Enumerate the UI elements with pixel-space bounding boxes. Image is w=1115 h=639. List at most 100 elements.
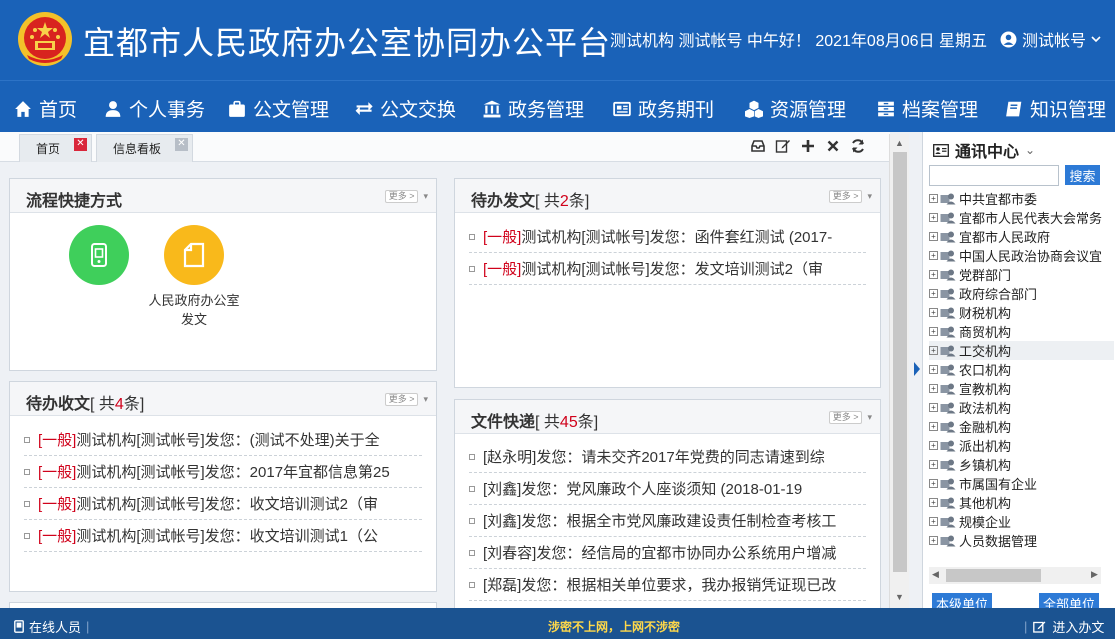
expand-icon[interactable]: + <box>929 498 938 507</box>
tree-node[interactable]: + 政法机构 <box>929 398 1114 417</box>
tree-node[interactable]: + 农口机构 <box>929 360 1114 379</box>
expand-icon[interactable]: + <box>929 270 938 279</box>
tree-node[interactable]: + 派出机构 <box>929 436 1114 455</box>
search-button[interactable]: 搜索 <box>1065 165 1100 185</box>
inbox-icon[interactable] <box>750 138 766 154</box>
expand-icon[interactable]: + <box>929 251 938 260</box>
tree-node[interactable]: + 其他机构 <box>929 493 1114 512</box>
tree-node[interactable]: + 财税机构 <box>929 303 1114 322</box>
nav-knowledge-management[interactable]: 知识管理 <box>1005 95 1106 122</box>
expand-icon[interactable]: + <box>929 213 938 222</box>
list-item[interactable]: [赵永明]发您：请未交齐2017年党费的同志请速到综 <box>469 441 866 473</box>
online-users[interactable]: 在线人员 | <box>14 617 89 636</box>
tree-node[interactable]: + 规模企业 <box>929 512 1114 531</box>
tree-node[interactable]: + 政府综合部门 <box>929 284 1114 303</box>
list-item[interactable]: [郑磊]发您：根据相关单位要求，我办报销凭证现已改 <box>469 569 866 601</box>
refresh-icon[interactable] <box>850 138 866 154</box>
tree-node[interactable]: + 宣教机构 <box>929 379 1114 398</box>
panel-title: 待办发文[ 共2条] <box>471 193 590 210</box>
expand-icon[interactable]: + <box>929 460 938 469</box>
scroll-down-icon[interactable]: ▼ <box>895 592 904 602</box>
list-item[interactable]: [刘鑫]发您：党风廉政个人座谈须知 (2018-01-19 <box>469 473 866 505</box>
more-link[interactable]: 更多 > ▾ <box>384 190 428 203</box>
expand-icon[interactable]: + <box>929 194 938 203</box>
bullet-icon <box>469 265 475 272</box>
list-item[interactable]: [一般]测试机构[测试帐号]发您：2017年宜都信息第25 <box>24 456 422 488</box>
enter-documents[interactable]: | 进入办文 <box>1024 617 1104 636</box>
org-group-icon <box>940 516 956 528</box>
scroll-left-icon[interactable]: ◀ <box>932 569 939 580</box>
expand-icon[interactable]: + <box>929 346 938 355</box>
close-icon[interactable] <box>825 138 841 154</box>
tree-node[interactable]: + 宜都市人民政府 <box>929 227 1114 246</box>
expand-icon[interactable]: + <box>929 289 938 298</box>
more-link[interactable]: 更多 > ▾ <box>384 393 428 406</box>
close-icon[interactable]: ✕ <box>175 138 188 151</box>
expand-icon[interactable]: + <box>929 232 938 241</box>
expand-icon[interactable]: + <box>929 384 938 393</box>
nav-home[interactable]: 首页 <box>14 95 77 122</box>
expand-icon[interactable]: + <box>929 517 938 526</box>
greeting-text: 测试机构 测试帐号 中午好！ 2021年08月06日 星期五 <box>610 33 987 50</box>
tree-node[interactable]: + 中国人民政治协商会议宜 <box>929 246 1114 265</box>
plus-icon[interactable] <box>800 138 816 154</box>
nav-archive-management[interactable]: 档案管理 <box>877 95 978 122</box>
bullet-icon <box>469 581 475 588</box>
tree-node[interactable]: + 乡镇机构 <box>929 455 1114 474</box>
main-scrollbar[interactable]: ▲ ▼ <box>889 134 909 608</box>
list-item[interactable]: [刘春容]发您：经信局的宜都市协同办公系统用户增减 <box>469 537 866 569</box>
expand-icon[interactable]: + <box>929 422 938 431</box>
expand-icon[interactable]: + <box>929 365 938 374</box>
caret-down-icon: ▾ <box>867 191 872 201</box>
tree-node[interactable]: + 市属国有企业 <box>929 474 1114 493</box>
user-menu[interactable]: 测试帐号 <box>1000 27 1101 51</box>
tree-node[interactable]: + 党群部门 <box>929 265 1114 284</box>
edit-icon[interactable] <box>775 138 791 154</box>
scrollbar-thumb[interactable] <box>893 152 907 572</box>
list-item[interactable]: [一般]测试机构[测试帐号]发您：(测试不处理)关于全 <box>24 424 422 456</box>
main-nav: 首页 个人事务 公文管理 公文交换 政务管理 政务期刊 资源管理 档案管理 知识… <box>0 80 1115 132</box>
nav-document-management[interactable]: 公文管理 <box>228 95 329 122</box>
tree-node[interactable]: + 人员数据管理 <box>929 531 1114 550</box>
more-link[interactable]: 更多 > ▾ <box>828 190 872 203</box>
nav-government-journal[interactable]: 政务期刊 <box>613 95 714 122</box>
contact-search-input[interactable] <box>929 165 1059 186</box>
expand-icon[interactable]: + <box>929 441 938 450</box>
expand-icon[interactable]: + <box>929 403 938 412</box>
more-link[interactable]: 更多 > ▾ <box>828 411 872 424</box>
tab-info-board[interactable]: 信息看板 ✕ <box>96 134 193 162</box>
sidebar-hscrollbar[interactable]: ◀ ▶ <box>929 567 1101 584</box>
bullet-icon <box>469 517 475 524</box>
list-item[interactable]: [一般]测试机构[测试帐号]发您：收文培训测试1（公 <box>24 520 422 552</box>
expand-icon[interactable]: + <box>929 308 938 317</box>
shortcut-government-office-dispatch[interactable]: 人民政府办公室发文 <box>144 225 244 329</box>
nav-government-affairs[interactable]: 政务管理 <box>483 95 584 122</box>
nav-personal-affairs[interactable]: 个人事务 <box>104 95 205 122</box>
scrollbar-thumb[interactable] <box>946 569 1041 582</box>
list-item[interactable]: [一般]测试机构[测试帐号]发您：收文培训测试2（审 <box>24 488 422 520</box>
sidebar-title[interactable]: 通讯中心 ⌄ <box>933 138 1035 162</box>
tree-node[interactable]: + 金融机构 <box>929 417 1114 436</box>
list-item[interactable]: [一般]测试机构[测试帐号]发您：函件套红测试 (2017- <box>469 221 866 253</box>
scroll-right-icon[interactable]: ▶ <box>1091 569 1098 580</box>
nav-resource-management[interactable]: 资源管理 <box>745 95 846 122</box>
expand-icon[interactable]: + <box>929 479 938 488</box>
scroll-up-icon[interactable]: ▲ <box>895 138 904 148</box>
shortcut-mobile[interactable] <box>49 225 149 291</box>
tree-node[interactable]: + 商贸机构 <box>929 322 1114 341</box>
tree-node-label: 宣教机构 <box>959 382 1012 397</box>
list-item[interactable]: [一般]测试机构[测试帐号]发您：发文培训测试2（审 <box>469 253 866 285</box>
tab-toolbar <box>750 138 866 154</box>
list-item[interactable]: [刘鑫]发您：根据全市党风廉政建设责任制检查考核工 <box>469 505 866 537</box>
tree-node[interactable]: + 工交机构 <box>929 341 1114 360</box>
phone-icon <box>14 620 24 633</box>
nav-document-exchange[interactable]: 公文交换 <box>355 95 456 122</box>
tree-node-label: 财税机构 <box>959 306 1012 321</box>
tree-node[interactable]: + 中共宜都市委 <box>929 189 1114 208</box>
close-icon[interactable]: ✕ <box>74 138 87 151</box>
expand-icon[interactable]: + <box>929 536 938 545</box>
tab-home[interactable]: 首页 ✕ <box>19 134 92 162</box>
tree-node[interactable]: + 宜都市人民代表大会常务 <box>929 208 1114 227</box>
sidebar-collapse-arrow[interactable] <box>914 362 920 376</box>
expand-icon[interactable]: + <box>929 327 938 336</box>
